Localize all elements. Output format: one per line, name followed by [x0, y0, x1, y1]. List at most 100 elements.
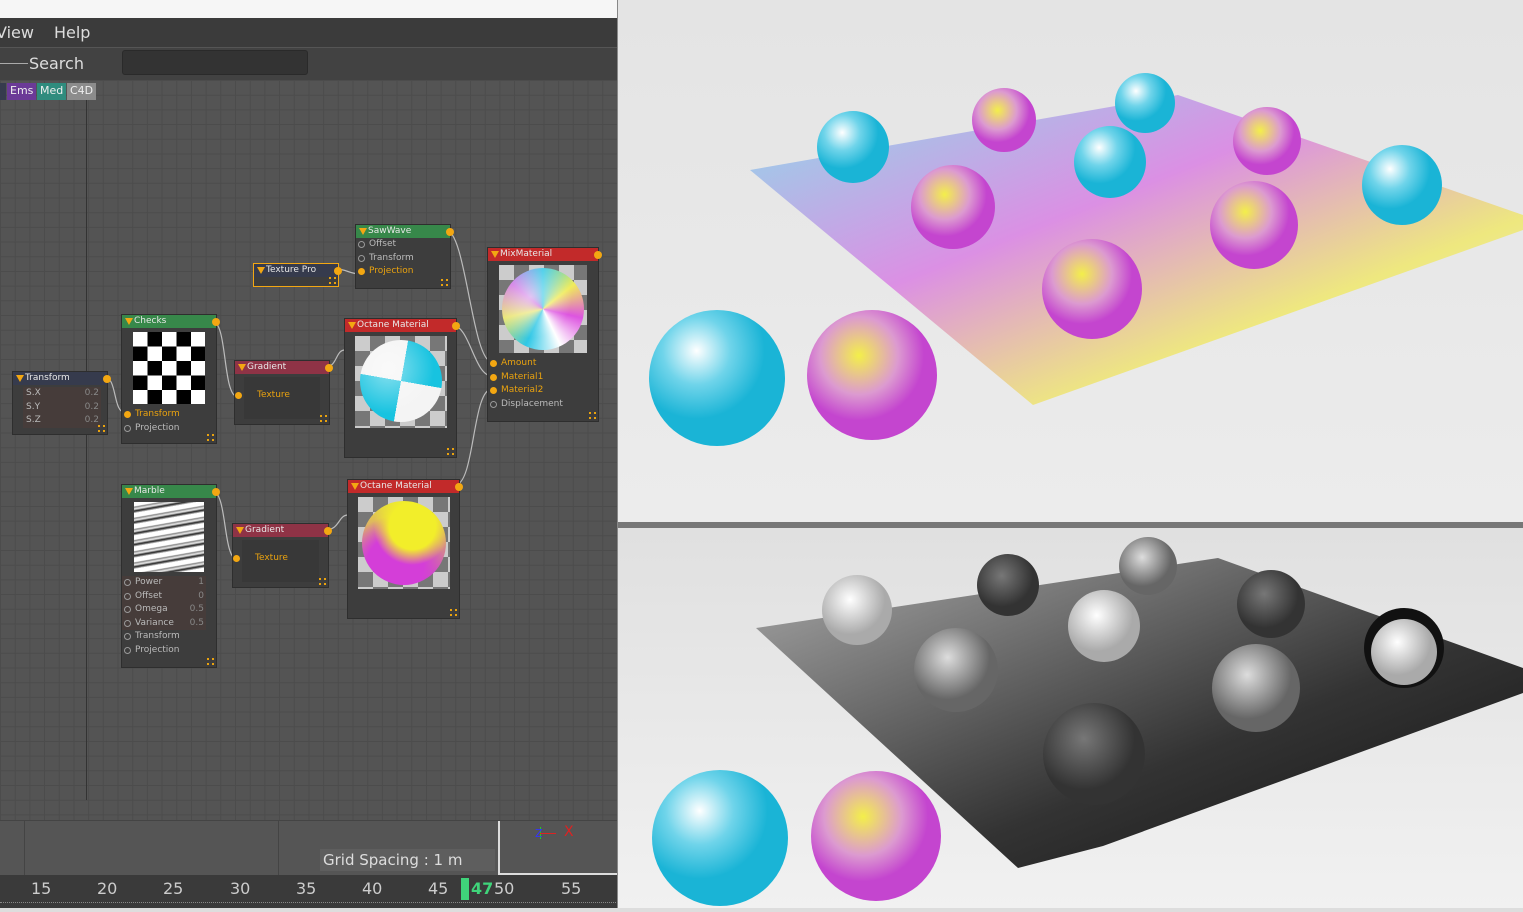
- input-material2[interactable]: Material2: [488, 384, 588, 398]
- resize-icon[interactable]: [319, 578, 326, 585]
- output-port[interactable]: [455, 483, 463, 491]
- resize-icon[interactable]: [589, 412, 596, 419]
- window-top-strip: [0, 0, 618, 18]
- input-projection[interactable]: Projection: [356, 265, 440, 279]
- resize-icon[interactable]: [329, 277, 336, 284]
- node-header[interactable]: Gradient: [235, 361, 329, 374]
- input-port[interactable]: [124, 619, 131, 627]
- output-port[interactable]: [212, 318, 220, 326]
- node-header[interactable]: Marble: [122, 485, 216, 498]
- node-header[interactable]: MixMaterial: [488, 248, 598, 261]
- node-mixmaterial[interactable]: MixMaterial Amount Material1 Material2 D…: [487, 247, 602, 422]
- param-value[interactable]: 0: [198, 590, 204, 604]
- param-label: Projection: [135, 644, 180, 655]
- resize-icon[interactable]: [447, 448, 454, 455]
- resize-icon[interactable]: [207, 658, 214, 665]
- input-port[interactable]: [124, 424, 131, 432]
- param-sz[interactable]: S.Z 0.2: [23, 414, 101, 428]
- grid-spacing-label: Grid Spacing : 1 m: [320, 849, 495, 871]
- input-texture[interactable]: Texture: [235, 389, 320, 403]
- node-sawwave[interactable]: SawWave Offset Transform Projection: [355, 224, 454, 289]
- param-value[interactable]: 0.5: [190, 617, 204, 631]
- input-port[interactable]: [124, 646, 131, 654]
- input-transform[interactable]: Transform: [122, 630, 206, 644]
- output-port[interactable]: [324, 527, 332, 535]
- marble-preview: [134, 502, 204, 572]
- output-port[interactable]: [325, 364, 333, 372]
- input-projection[interactable]: Projection: [122, 644, 206, 658]
- menu-help[interactable]: Help: [54, 23, 90, 42]
- menu-view[interactable]: View: [0, 23, 34, 42]
- input-offset[interactable]: Offset: [356, 238, 440, 252]
- node-gradient[interactable]: Gradient Texture: [234, 360, 333, 425]
- input-transform[interactable]: Transform: [122, 408, 206, 422]
- param-sx[interactable]: S.X 0.2: [23, 387, 101, 401]
- resize-icon[interactable]: [320, 415, 327, 422]
- search-input[interactable]: [122, 50, 308, 75]
- input-displacement[interactable]: Displacement: [488, 398, 588, 412]
- node-editor-canvas[interactable]: Ems Med C4D Transform S.X 0.2 S.Y 0.2 S.Z 0…: [0, 80, 618, 820]
- node-header[interactable]: Octane Material: [345, 319, 456, 332]
- output-port[interactable]: [103, 375, 111, 383]
- output-port[interactable]: [212, 488, 220, 496]
- input-label: Transform: [135, 409, 180, 419]
- node-header[interactable]: Octane Material: [348, 480, 459, 493]
- input-amount[interactable]: Amount: [488, 357, 588, 371]
- node-octane-material[interactable]: Octane Material: [344, 318, 460, 458]
- input-port[interactable]: [124, 579, 131, 586]
- resize-icon[interactable]: [441, 279, 448, 286]
- param-value[interactable]: 0.2: [85, 401, 99, 415]
- resize-icon[interactable]: [450, 609, 457, 616]
- node-header[interactable]: Transform: [13, 372, 107, 385]
- param-sy[interactable]: S.Y 0.2: [23, 400, 101, 415]
- output-port[interactable]: [594, 251, 602, 259]
- playhead[interactable]: [461, 878, 469, 900]
- node-header[interactable]: Gradient: [233, 524, 328, 537]
- param-variance[interactable]: Variance 0.5: [122, 616, 206, 631]
- param-power[interactable]: Power 1: [122, 576, 206, 590]
- param-label: S.X: [26, 388, 41, 398]
- node-transform[interactable]: Transform S.X 0.2 S.Y 0.2 S.Z 0.2: [12, 371, 111, 435]
- viewport-strip[interactable]: Grid Spacing : 1 m Z X: [0, 820, 618, 875]
- input-port[interactable]: [490, 373, 497, 381]
- output-port[interactable]: [334, 267, 342, 275]
- input-port[interactable]: [233, 555, 240, 562]
- node-gradient[interactable]: Gradient Texture: [232, 523, 332, 588]
- input-port[interactable]: [490, 360, 497, 367]
- input-port[interactable]: [124, 411, 131, 418]
- input-material1[interactable]: Material1: [488, 371, 588, 385]
- param-value[interactable]: 0.2: [85, 387, 99, 401]
- input-port[interactable]: [235, 392, 242, 399]
- node-checks[interactable]: Checks Transform Projection: [121, 314, 220, 444]
- axis-view[interactable]: Z X: [498, 821, 618, 875]
- node-octane-material[interactable]: Octane Material: [347, 479, 463, 619]
- input-texture[interactable]: Texture: [233, 552, 319, 566]
- node-marble[interactable]: Marble Power 1 Offset 0 Omega 0.5 Variance 0…: [121, 484, 220, 668]
- input-transform[interactable]: Transform: [356, 252, 440, 266]
- param-value[interactable]: 0.2: [85, 414, 99, 428]
- output-port[interactable]: [446, 228, 454, 236]
- param-omega[interactable]: Omega 0.5: [122, 603, 206, 617]
- divider: [278, 821, 279, 875]
- resize-icon[interactable]: [98, 425, 105, 432]
- input-projection[interactable]: Projection: [122, 422, 206, 436]
- output-port[interactable]: [452, 322, 460, 330]
- input-port[interactable]: [124, 633, 131, 640]
- tick-label: 40: [362, 879, 383, 898]
- resize-icon[interactable]: [207, 434, 214, 441]
- input-port[interactable]: [124, 606, 131, 613]
- param-value[interactable]: 1: [198, 576, 204, 590]
- node-texture-pro[interactable]: Texture Pro: [253, 263, 342, 287]
- param-offset[interactable]: Offset 0: [122, 589, 206, 604]
- timeline[interactable]: 15 20 25 30 35 40 45 50 55 47: [0, 875, 618, 908]
- input-port[interactable]: [490, 400, 497, 408]
- input-port[interactable]: [358, 254, 365, 262]
- node-header[interactable]: Checks: [122, 315, 216, 328]
- input-port[interactable]: [358, 241, 365, 248]
- input-port[interactable]: [490, 387, 497, 394]
- param-value[interactable]: 0.5: [190, 603, 204, 617]
- input-port[interactable]: [358, 268, 365, 275]
- input-port[interactable]: [124, 592, 131, 600]
- node-header[interactable]: SawWave: [356, 225, 450, 238]
- node-header[interactable]: Texture Pro: [254, 264, 338, 277]
